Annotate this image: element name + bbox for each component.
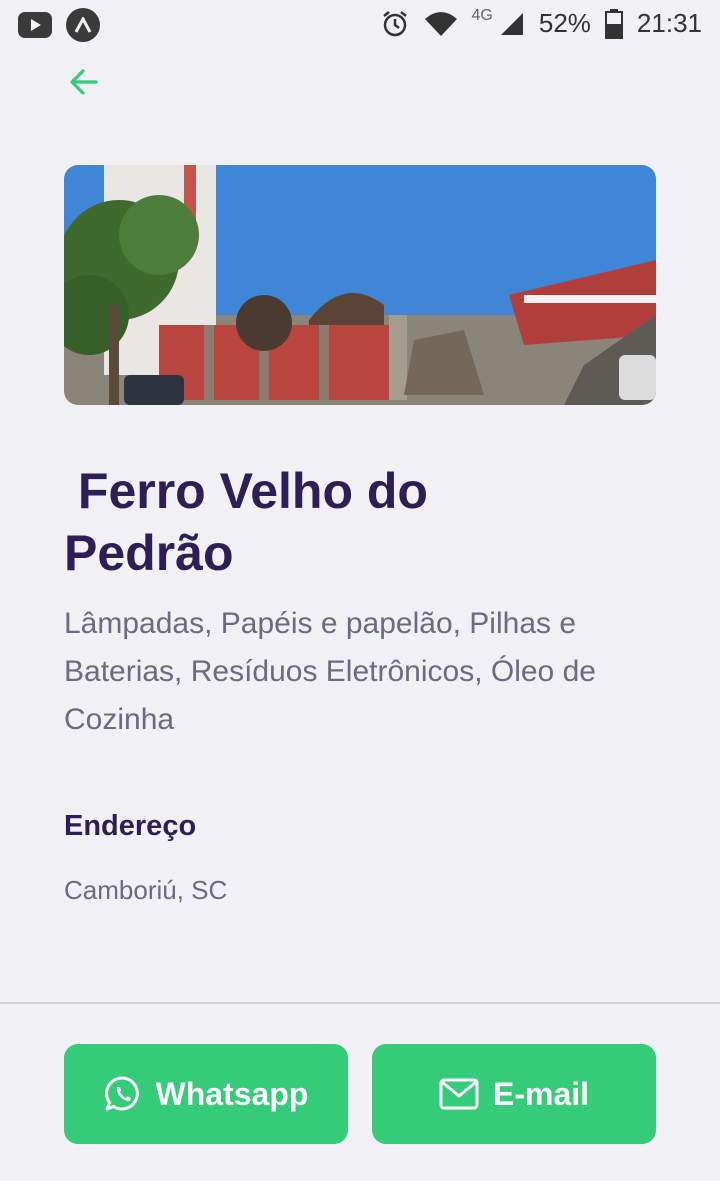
whatsapp-icon <box>104 1076 139 1111</box>
place-photo <box>64 165 656 405</box>
app-a-icon <box>66 8 100 42</box>
email-button[interactable]: E-mail <box>372 1044 656 1144</box>
clock: 21:31 <box>636 8 702 38</box>
status-bar-right: 4G 52% 21:31 <box>380 6 702 39</box>
mail-icon <box>439 1078 479 1110</box>
youtube-icon <box>18 12 52 38</box>
status-bar: 4G 52% 21:31 <box>0 0 720 50</box>
battery-percent: 52% <box>538 8 591 38</box>
signal-icon <box>500 12 523 35</box>
accepted-materials: Lâmpadas, Papéis e papelão, Pilhas e Bat… <box>64 607 596 736</box>
whatsapp-button-label: Whatsapp <box>155 1075 309 1112</box>
footer-divider <box>0 1002 720 1004</box>
whatsapp-button[interactable]: Whatsapp <box>64 1044 348 1144</box>
address-value: Camboriú, SC <box>64 875 228 905</box>
alarm-icon <box>382 10 407 36</box>
wifi-icon <box>424 11 457 36</box>
network-type: 4G <box>471 6 493 24</box>
battery-icon <box>604 8 623 39</box>
address-label: Endereço <box>64 810 197 842</box>
back-arrow-icon <box>70 69 98 95</box>
screen: 4G 52% 21:31 Ferro Velho do Pedrão Lâmpa… <box>0 0 720 1181</box>
status-bar-left <box>18 8 100 42</box>
place-title: Ferro Velho do Pedrão <box>64 463 428 581</box>
email-button-label: E-mail <box>492 1075 590 1112</box>
back-button[interactable] <box>62 60 106 104</box>
